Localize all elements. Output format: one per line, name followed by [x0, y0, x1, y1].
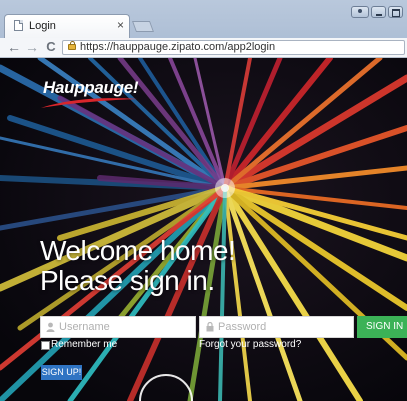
back-button[interactable]: ← — [6, 39, 22, 55]
username-field[interactable] — [40, 316, 196, 338]
lock-icon — [206, 322, 214, 332]
logo-swoosh — [41, 98, 137, 108]
tab-close-icon[interactable]: × — [117, 18, 124, 32]
profile-icon[interactable] — [351, 6, 369, 18]
tab-login[interactable]: Login × — [4, 14, 130, 38]
window-controls — [351, 6, 403, 20]
lock-icon — [68, 41, 76, 50]
maximize-icon[interactable] — [388, 6, 403, 18]
browser-chrome: Login × ← → C https://hauppauge.zipato.c… — [0, 0, 407, 58]
password-field[interactable] — [199, 316, 354, 338]
browser-window: Login × ← → C https://hauppauge.zipato.c… — [0, 0, 407, 401]
login-page: Hauppauge! Welcome home! Please sign in.… — [0, 58, 407, 401]
tab-title: Login — [29, 20, 56, 32]
forgot-password-link[interactable]: Forgot your password? — [199, 339, 301, 350]
forward-button[interactable]: → — [24, 39, 40, 55]
username-input[interactable] — [59, 317, 191, 337]
new-tab-button[interactable] — [131, 21, 155, 32]
password-input[interactable] — [218, 317, 349, 337]
minimize-icon[interactable] — [371, 6, 386, 18]
browser-toolbar: ← → C https://hauppauge.zipato.com/app2l… — [0, 38, 407, 58]
address-bar[interactable]: https://hauppauge.zipato.com/app2login — [62, 40, 405, 55]
url-text: https://hauppauge.zipato.com/app2login — [80, 41, 276, 53]
remember-me-label: Remember me — [51, 339, 118, 350]
signin-subheading: Please sign in. — [40, 265, 215, 296]
sign-in-label: SIGN IN — [366, 321, 404, 332]
user-icon — [46, 322, 55, 332]
sign-up-button[interactable]: SIGN UP! — [41, 365, 82, 380]
sign-in-button[interactable]: SIGN IN — [357, 316, 407, 338]
reload-button[interactable]: C — [43, 39, 59, 55]
welcome-heading: Welcome home! — [40, 235, 236, 266]
hauppauge-logo: Hauppauge! — [43, 78, 139, 97]
remember-me-checkbox[interactable] — [41, 341, 50, 350]
page-icon — [14, 20, 23, 31]
